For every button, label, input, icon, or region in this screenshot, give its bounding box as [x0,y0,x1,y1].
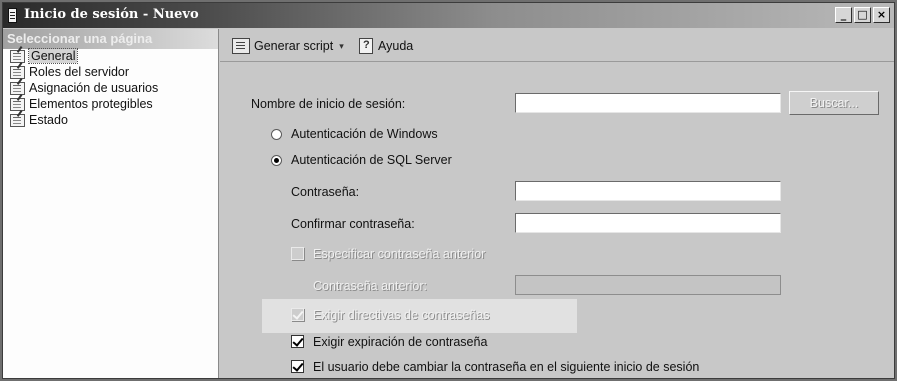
general-page: Generar script ▾ Ayuda Nombre de inicio … [220,29,894,378]
login-new-window: Inicio de sesión - Nuevo _ □ × Seleccion… [2,2,895,379]
title-bar[interactable]: Inicio de sesión - Nuevo _ □ × [3,3,894,28]
enforce-expiration-label[interactable]: Exigir expiración de contraseña [313,335,487,349]
page-selector-title: Seleccionar una página [7,31,153,46]
old-password-input[interactable] [515,275,781,295]
page-list: General Roles del servidor Asignación de… [3,48,218,129]
page-item-label: Elementos protegibles [29,97,153,111]
page-properties-icon [10,50,25,63]
confirm-password-label: Confirmar contraseña: [291,217,415,231]
window-controls: _ □ × [835,7,890,23]
specify-old-password-checkbox[interactable] [291,247,304,260]
old-password-label: Contraseña anterior: [313,279,427,293]
minimize-button[interactable]: _ [835,7,852,23]
maximize-button[interactable]: □ [854,7,871,23]
password-label: Contraseña: [291,185,360,199]
close-button[interactable]: × [873,7,890,23]
enforce-expiration-checkbox[interactable] [291,335,304,348]
enforce-policy-checkbox[interactable] [291,308,304,321]
confirm-password-input[interactable] [515,213,781,233]
page-item-label: Asignación de usuarios [29,81,159,95]
page-item-general[interactable]: General [3,48,218,65]
help-label: Ayuda [378,39,414,53]
dropdown-arrow-icon[interactable]: ▾ [339,41,344,52]
password-input[interactable] [515,181,781,201]
script-icon [232,38,250,54]
generate-script-button[interactable]: Generar script ▾ [232,37,344,55]
page-selector-header: Seleccionar una página [3,29,218,49]
specify-old-password-label: Especificar contraseña anterior [313,247,486,261]
windows-auth-radio[interactable] [271,129,282,140]
generate-script-label: Generar script [254,39,334,53]
page-item-label: Estado [29,113,68,127]
page-item-status[interactable]: Estado [3,113,218,129]
page-properties-icon [10,114,25,127]
page-item-user-mapping[interactable]: Asignación de usuarios [3,81,218,97]
window-title: Inicio de sesión - Nuevo [24,7,199,22]
search-button[interactable]: Buscar... [789,91,879,115]
sql-auth-radio[interactable] [271,155,282,166]
page-item-server-roles[interactable]: Roles del servidor [3,65,218,81]
page-item-securables[interactable]: Elementos protegibles [3,97,218,113]
login-name-label: Nombre de inicio de sesión: [251,97,406,111]
page-item-label: Roles del servidor [29,65,130,79]
page-item-label: General [27,48,79,64]
page-selector-panel: Seleccionar una página General Roles del… [3,29,219,378]
toolbar: Generar script ▾ Ayuda [220,29,894,62]
help-button[interactable]: Ayuda [359,37,413,55]
page-properties-icon [10,66,25,79]
window-icon [8,8,17,23]
must-change-password-checkbox[interactable] [291,360,304,373]
help-icon [359,38,373,54]
login-name-input[interactable] [515,93,781,113]
sql-auth-label[interactable]: Autenticación de SQL Server [291,153,452,167]
must-change-password-label[interactable]: El usuario debe cambiar la contraseña en… [313,360,699,374]
windows-auth-label[interactable]: Autenticación de Windows [291,127,438,141]
page-properties-icon [10,82,25,95]
enforce-policy-label: Exigir directivas de contraseñas [313,308,490,322]
page-properties-icon [10,98,25,111]
